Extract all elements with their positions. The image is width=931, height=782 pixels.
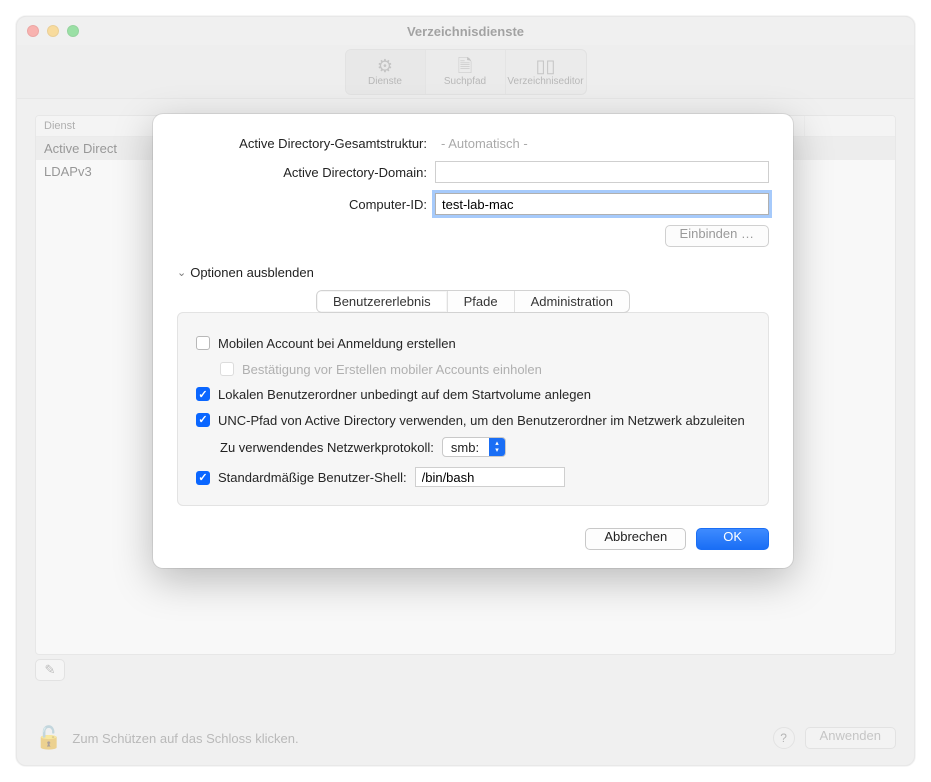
row-mobile-account: Mobilen Account bei Anmeldung erstellen — [196, 335, 750, 353]
label-forest: Active Directory-Gesamtstruktur: — [177, 136, 435, 151]
toolbar-services[interactable]: ⚙ Dienste — [346, 50, 426, 94]
options-tabs: Benutzererlebnis Pfade Administration — [177, 290, 769, 313]
row-shell: Standardmäßige Benutzer-Shell: — [196, 467, 750, 487]
titlebar: Verzeichnisdienste — [17, 17, 914, 45]
toolbar-segment: ⚙ Dienste 🗎 Suchpfad ▯▯ Verzeichnisedito… — [345, 49, 587, 95]
pencil-icon: ✎ — [45, 662, 56, 678]
label-shell: Standardmäßige Benutzer-Shell: — [218, 470, 407, 485]
bind-label: Einbinden … — [680, 226, 754, 241]
footer: 🔓 Zum Schützen auf das Schloss klicken. … — [35, 725, 896, 751]
row-unc-path: UNC-Pfad von Active Directory verwenden,… — [196, 412, 750, 430]
row-protocol: Zu verwendendes Netzwerkprotokoll: smb: … — [220, 437, 750, 457]
row-local-home: Lokalen Benutzerordner unbedingt auf dem… — [196, 386, 750, 404]
label-computer-id: Computer-ID: — [177, 197, 435, 212]
toolbar-label: Suchpfad — [444, 76, 486, 87]
row-domain: Active Directory-Domain: — [177, 161, 769, 183]
row-forest: Active Directory-Gesamtstruktur: - Autom… — [177, 136, 769, 151]
tab-label: Administration — [531, 294, 613, 309]
input-computer-id[interactable] — [435, 193, 769, 215]
checkbox-confirm-mobile[interactable] — [220, 362, 234, 376]
tab-user-experience[interactable]: Benutzererlebnis — [317, 291, 448, 312]
label-protocol: Zu verwendendes Netzwerkprotokoll: — [220, 440, 434, 455]
select-protocol[interactable]: smb: ▴▾ — [442, 437, 506, 457]
book-icon: ▯▯ — [536, 57, 556, 75]
window-title: Verzeichnisdienste — [17, 24, 914, 39]
label-domain: Active Directory-Domain: — [177, 165, 435, 180]
cancel-button[interactable]: Abbrechen — [585, 528, 686, 550]
bind-button[interactable]: Einbinden … — [665, 225, 769, 247]
tab-administration[interactable]: Administration — [515, 291, 629, 312]
tab-label: Benutzererlebnis — [333, 294, 431, 309]
label-unc-path: UNC-Pfad von Active Directory verwenden,… — [218, 412, 745, 430]
row-confirm-mobile: Bestätigung vor Erstellen mobiler Accoun… — [196, 361, 750, 379]
lock-icon[interactable]: 🔓 — [35, 725, 62, 751]
label-local-home: Lokalen Benutzerordner unbedingt auf dem… — [218, 386, 591, 404]
lock-hint: Zum Schützen auf das Schloss klicken. — [72, 731, 762, 746]
cancel-label: Abbrechen — [604, 529, 667, 544]
options-panel: Mobilen Account bei Anmeldung erstellen … — [177, 312, 769, 506]
ok-label: OK — [723, 529, 742, 544]
options-disclosure[interactable]: ⌄ Optionen ausblenden — [177, 265, 769, 280]
gear-icon: ⚙ — [377, 57, 393, 75]
dialog-buttons: Abbrechen OK — [177, 528, 769, 550]
document-search-icon: 🗎 — [458, 57, 472, 75]
toolbar-searchpath[interactable]: 🗎 Suchpfad — [426, 50, 506, 94]
protocol-value: smb: — [451, 440, 489, 455]
input-shell[interactable] — [415, 467, 565, 487]
tab-paths[interactable]: Pfade — [448, 291, 515, 312]
edit-button[interactable]: ✎ — [35, 659, 65, 681]
disclosure-label: Optionen ausblenden — [190, 265, 314, 280]
help-button[interactable]: ? — [773, 727, 795, 749]
toolbar-label: Verzeichniseditor — [507, 76, 583, 87]
label-confirm-mobile: Bestätigung vor Erstellen mobiler Accoun… — [242, 361, 542, 379]
updown-icon: ▴▾ — [489, 438, 505, 456]
row-computer-id: Computer-ID: — [177, 193, 769, 215]
chevron-down-icon: ⌄ — [177, 266, 186, 279]
cell-enabled — [805, 137, 895, 160]
toolbar: ⚙ Dienste 🗎 Suchpfad ▯▯ Verzeichnisedito… — [17, 45, 914, 99]
tab-label: Pfade — [464, 294, 498, 309]
value-forest: - Automatisch - — [435, 136, 769, 151]
input-domain[interactable] — [435, 161, 769, 183]
checkbox-shell[interactable] — [196, 471, 210, 485]
ok-button[interactable]: OK — [696, 528, 769, 550]
cell-enabled — [805, 160, 895, 183]
col-enabled — [805, 116, 895, 136]
toolbar-label: Dienste — [368, 76, 402, 87]
checkbox-local-home[interactable] — [196, 387, 210, 401]
ad-config-dialog: Active Directory-Gesamtstruktur: - Autom… — [153, 114, 793, 568]
checkbox-mobile-account[interactable] — [196, 336, 210, 350]
apply-button[interactable]: Anwenden — [805, 727, 896, 749]
toolbar-editor[interactable]: ▯▯ Verzeichniseditor — [506, 50, 586, 94]
checkbox-unc-path[interactable] — [196, 413, 210, 427]
apply-label: Anwenden — [820, 728, 881, 743]
label-mobile-account: Mobilen Account bei Anmeldung erstellen — [218, 335, 456, 353]
